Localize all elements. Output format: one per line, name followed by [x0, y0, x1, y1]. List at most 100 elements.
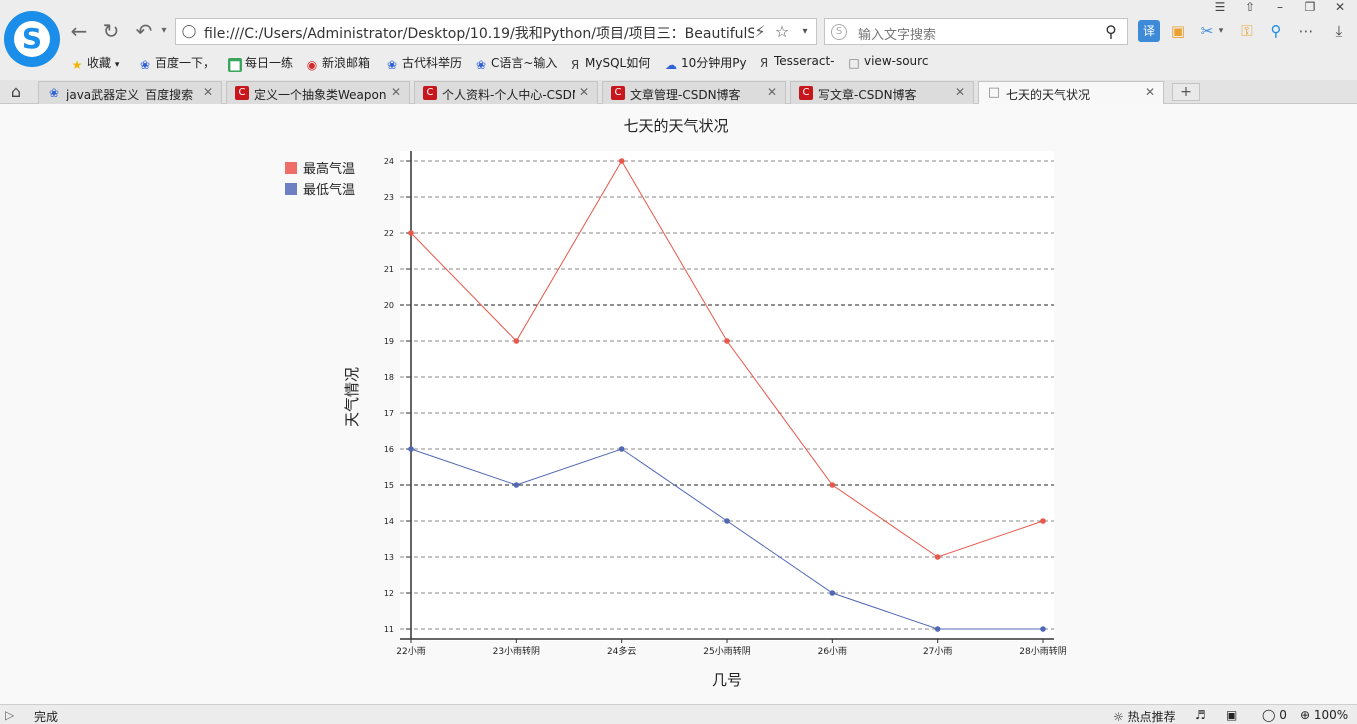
translate-icon[interactable]: 译: [1138, 20, 1160, 42]
zoom-control[interactable]: ⊕ 100%: [1300, 708, 1348, 722]
tab-write-article[interactable]: C 写文章-CSDN博客 ✕: [790, 81, 974, 104]
status-text: 完成: [34, 710, 59, 724]
sogou-search-engine-icon[interactable]: S: [831, 24, 847, 40]
data-point: [724, 338, 730, 344]
bookmark-sina-mail[interactable]: ◉ 新浪邮箱: [305, 54, 370, 72]
baidu-paw-icon: ❀: [475, 58, 487, 72]
search-icon[interactable]: ⚲: [1101, 22, 1121, 42]
key-icon[interactable]: ⚿: [1236, 20, 1258, 42]
bookmark-daily[interactable]: ■ 每日一练: [228, 54, 293, 72]
menu-icon[interactable]: ☰: [1208, 0, 1232, 14]
favorites-dropdown-icon: ▾: [114, 60, 120, 70]
search-input[interactable]: 输入文字搜索: [858, 24, 936, 43]
window-icon[interactable]: ▣: [1226, 708, 1237, 722]
csdn-icon: C: [611, 86, 625, 100]
y-tick-label: 11: [384, 625, 394, 634]
bookmark-favorites[interactable]: ★ 收藏 ▾: [70, 54, 120, 72]
y-tick-label: 17: [384, 409, 394, 418]
y-tick-label: 14: [384, 517, 394, 526]
close-tab-icon[interactable]: ✕: [577, 85, 591, 99]
page-icon: □: [848, 56, 860, 70]
sidebar-toggle-icon[interactable]: ▷: [5, 708, 14, 722]
back-arrow-icon[interactable]: ←: [67, 19, 91, 43]
data-point: [408, 446, 414, 452]
data-point: [1040, 626, 1046, 632]
bookmark-python[interactable]: ☁ 10分钟用Py: [664, 54, 747, 72]
search-box[interactable]: S 输入文字搜索 ⚲: [824, 18, 1128, 45]
baidu-paw-icon: ❀: [386, 58, 398, 72]
data-point: [408, 230, 414, 236]
close-tab-icon[interactable]: ✕: [1143, 85, 1157, 99]
star-icon[interactable]: ☆: [772, 22, 792, 42]
tab-article-manage[interactable]: C 文章管理-CSDN博客 ✕: [602, 81, 786, 104]
download-icon[interactable]: ⤓: [1328, 20, 1350, 42]
y-tick-label: 20: [384, 301, 394, 310]
speaker-icon[interactable]: ♬: [1195, 708, 1206, 722]
logo-inner: S: [14, 21, 50, 57]
data-point: [513, 482, 520, 488]
minimize-icon[interactable]: –: [1268, 0, 1292, 14]
bookmark-c-lang[interactable]: ❀ C语言~输入: [474, 54, 557, 72]
x-axis-label: 几号: [712, 671, 742, 689]
csdn-icon: C: [235, 86, 249, 100]
screenshot-icon[interactable]: ▣: [1167, 20, 1189, 42]
address-dropdown-icon[interactable]: ▾: [795, 22, 815, 42]
y-tick-label: 21: [384, 265, 394, 274]
bookmark-mysql[interactable]: Я MySQL如何: [568, 54, 650, 72]
refresh-icon[interactable]: ↻: [99, 19, 123, 43]
hot-recommend[interactable]: ☼ 热点推荐: [1113, 708, 1176, 724]
y-tick-label: 23: [384, 193, 394, 202]
page-content: 11 12 13 14 15 16 17 18 19 20 21 22 23 24 22小雨 23小雨转阴 2…: [0, 104, 1357, 704]
cloud-icon: ☁: [665, 58, 677, 72]
new-tab-button[interactable]: +: [1172, 83, 1200, 101]
lightning-icon[interactable]: ⚡: [750, 22, 770, 42]
x-tick-label: 24多云: [607, 645, 636, 657]
home-icon[interactable]: ⌂: [6, 82, 26, 102]
bookmark-tesseract[interactable]: Я Tesseract-: [757, 54, 835, 72]
tab-profile[interactable]: C 个人资料-个人中心-CSDN ✕: [414, 81, 598, 104]
undo-dropdown-icon[interactable]: ▾: [152, 19, 176, 43]
data-point: [934, 554, 941, 560]
logo-letter-icon: S: [21, 22, 43, 55]
restore-icon[interactable]: ❐: [1298, 0, 1322, 14]
legend: 最高气温最低气温: [285, 161, 355, 198]
skin-icon[interactable]: ⇧: [1238, 0, 1262, 14]
data-point: [724, 518, 730, 524]
x-tick-label: 22小雨: [396, 646, 425, 657]
close-tab-icon[interactable]: ✕: [201, 85, 215, 99]
tab-weapon[interactable]: C 定义一个抽象类Weapon ✕: [226, 81, 410, 104]
weather-line-chart: 1112131415161718192021222324 22小雨 23小雨转阴 2…: [285, 117, 1067, 689]
status-bar: ▷ 完成 ☼ 热点推荐 ♬ ▣ ◯ 0 ⊕ 100%: [0, 704, 1357, 724]
scissors-dropdown-icon[interactable]: ▾: [1215, 20, 1227, 42]
close-window-icon[interactable]: ✕: [1328, 0, 1352, 14]
close-tab-icon[interactable]: ✕: [389, 85, 403, 99]
baidu-paw-icon: ❀: [139, 58, 151, 72]
sogou-logo-icon[interactable]: S: [4, 11, 60, 67]
bookmark-view-source[interactable]: □ view-sourc: [847, 54, 928, 72]
data-point: [829, 590, 836, 596]
tab-baidu[interactable]: ❀ java武器定义_百度搜索 ✕: [38, 81, 222, 104]
data-point: [934, 626, 941, 632]
close-tab-icon[interactable]: ✕: [765, 85, 779, 99]
data-point: [1040, 518, 1046, 524]
address-input[interactable]: file:///C:/Users/Administrator/Desktop/1…: [204, 23, 754, 41]
y-axis-label: 天气情况: [343, 367, 361, 427]
more-icon[interactable]: ⋯: [1295, 20, 1317, 42]
csdn-icon: C: [799, 86, 813, 100]
data-point: [829, 482, 836, 488]
ad-block[interactable]: ◯ 0: [1262, 708, 1287, 722]
address-bar[interactable]: ◯ file:///C:/Users/Administrator/Desktop…: [175, 18, 817, 45]
y-tick-label: 16: [384, 445, 394, 454]
bookmark-baidu[interactable]: ❀ 百度一下，: [138, 54, 215, 72]
x-tick-label: 25小雨转阴: [703, 645, 750, 657]
y-tick-label: 19: [384, 337, 394, 346]
close-tab-icon[interactable]: ✕: [953, 85, 967, 99]
bookmark-keju[interactable]: ❀ 古代科举历: [385, 54, 462, 72]
y-tick-label: 24: [384, 157, 394, 166]
legend-label: 最高气温: [303, 161, 355, 177]
search-tool-icon[interactable]: ⚲: [1265, 20, 1287, 42]
tab-weather[interactable]: □ 七天的天气状况 ✕: [978, 81, 1164, 104]
y-tick-label: 13: [384, 553, 394, 562]
legend-swatch: [285, 183, 297, 195]
zoom-icon: ⊕: [1300, 708, 1311, 722]
